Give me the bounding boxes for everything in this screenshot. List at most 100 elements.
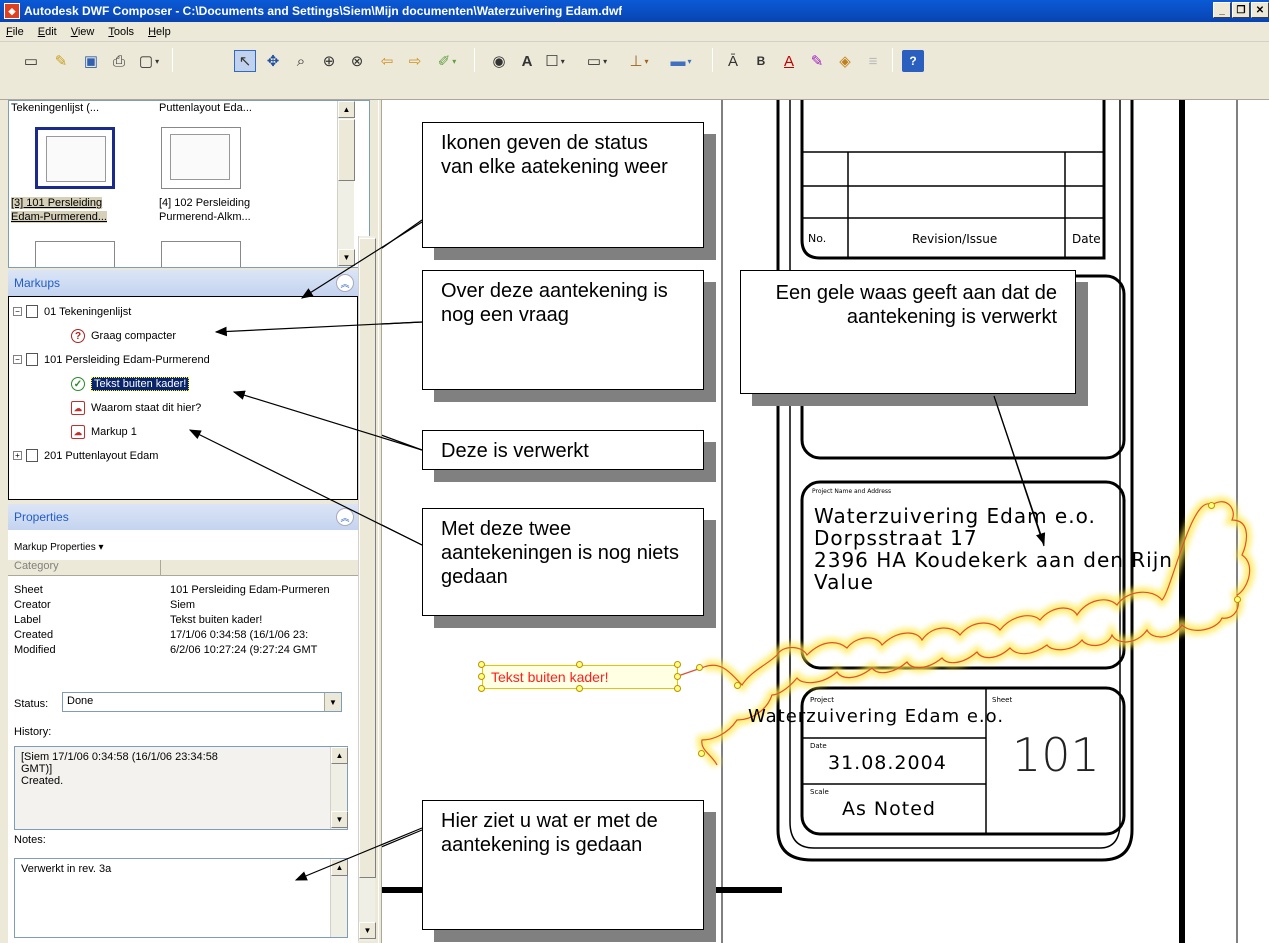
help-icon[interactable]: ? bbox=[902, 50, 924, 72]
callout-text: Deze is verwerkt bbox=[441, 440, 589, 462]
scroll-up-arrow[interactable]: ▲ bbox=[338, 101, 355, 118]
callout-text: Hier ziet u wat er met de aantekening is… bbox=[441, 810, 658, 856]
drawing-canvas[interactable]: No. Revision/Issue Date Project Name and… bbox=[382, 100, 1269, 943]
print-icon[interactable]: ⎙ bbox=[108, 50, 130, 72]
ruler-icon[interactable]: ▬ ▾ bbox=[670, 50, 692, 72]
font-icon[interactable]: Ā bbox=[722, 50, 744, 72]
zoom-icon[interactable]: ⊕ bbox=[318, 50, 340, 72]
date-value: 31.08.2004 bbox=[828, 752, 947, 774]
open-icon[interactable]: ✎ bbox=[50, 50, 72, 72]
scroll-down-arrow[interactable]: ▼ bbox=[331, 811, 348, 828]
menu-view[interactable]: View bbox=[71, 26, 95, 38]
menu-tools[interactable]: Tools bbox=[108, 26, 134, 38]
measure-icon[interactable]: ✐ ▾ bbox=[436, 50, 458, 72]
bold-icon[interactable]: B bbox=[750, 50, 772, 72]
restore-button[interactable]: ❐ bbox=[1232, 2, 1250, 18]
category-column-header[interactable]: Category bbox=[8, 560, 358, 576]
resize-handle[interactable] bbox=[1234, 596, 1241, 603]
notes-field[interactable]: Verwerkt in rev. 3a bbox=[14, 858, 348, 938]
properties-header[interactable]: Properties ︽ bbox=[8, 504, 358, 530]
tree-sheet-201[interactable]: + 201 Puttenlayout Edam bbox=[13, 449, 158, 462]
tree-sheet-101[interactable]: − 101 Persleiding Edam-Purmerend bbox=[13, 353, 210, 366]
markups-header[interactable]: Markups ︽ bbox=[8, 270, 358, 296]
window-controls: _ ❐ ✕ bbox=[1213, 2, 1269, 18]
scroll-up-arrow[interactable]: ▲ bbox=[331, 859, 348, 876]
font-color-icon[interactable]: A bbox=[778, 50, 800, 72]
new-icon[interactable]: ▭ bbox=[20, 50, 42, 72]
scroll-up-arrow[interactable]: ▲ bbox=[331, 747, 348, 764]
scroll-down-arrow[interactable]: ▼ bbox=[338, 249, 355, 266]
menu-help[interactable]: Help bbox=[148, 26, 171, 38]
prop-row-created: Created 17/1/06 0:34:58 (16/1/06 23: bbox=[14, 629, 358, 641]
prop-row-label: Label Tekst buiten kader! bbox=[14, 614, 358, 626]
history-scrollbar[interactable]: ▲ ▼ bbox=[330, 747, 348, 829]
callout-icon[interactable]: ☐ ▾ bbox=[544, 50, 566, 72]
scroll-down-arrow[interactable]: ▼ bbox=[359, 922, 376, 939]
resize-handle[interactable] bbox=[1208, 502, 1215, 509]
zoom-fit-icon[interactable]: ⊗ bbox=[346, 50, 368, 72]
collapse-icon[interactable]: ︽ bbox=[336, 508, 354, 526]
chevron-down-icon[interactable]: ▼ bbox=[324, 693, 341, 711]
date-caption: Date bbox=[810, 742, 827, 750]
thumbnail-next[interactable] bbox=[35, 241, 115, 267]
resize-handle[interactable] bbox=[696, 664, 703, 671]
page-setup-icon[interactable]: ▢ ▾ bbox=[138, 50, 160, 72]
minimize-button[interactable]: _ bbox=[1213, 2, 1231, 18]
line-color-icon[interactable]: ✎ bbox=[806, 50, 828, 72]
select-icon[interactable]: ↖ bbox=[234, 50, 256, 72]
sheet-caption: Sheet bbox=[992, 696, 1013, 704]
scroll-thumb[interactable] bbox=[359, 238, 376, 878]
markup-properties-dropdown[interactable]: Markup Properties ▾ bbox=[14, 542, 104, 553]
tree-markup-none[interactable]: ☁ Markup 1 bbox=[71, 425, 137, 439]
resize-handle[interactable] bbox=[674, 673, 681, 680]
stamp-icon[interactable]: ⊥ ▾ bbox=[628, 50, 650, 72]
thumbnail-scrollbar[interactable]: ▲ ▼ bbox=[337, 101, 355, 267]
resize-handle[interactable] bbox=[698, 750, 705, 757]
status-dropdown[interactable]: Done ▼ bbox=[62, 692, 342, 712]
category-label: Category bbox=[14, 560, 59, 572]
expand-toggle[interactable]: + bbox=[13, 451, 22, 460]
thumb-caption: Edam-Purmerend... bbox=[11, 211, 107, 223]
collapse-icon[interactable]: ︽ bbox=[336, 274, 354, 292]
menu-edit[interactable]: Edit bbox=[38, 26, 57, 38]
resize-handle[interactable] bbox=[674, 661, 681, 668]
thumbnail-101[interactable] bbox=[35, 127, 115, 189]
notes-scrollbar[interactable]: ▲ bbox=[330, 859, 348, 937]
save-icon[interactable]: ▣ bbox=[80, 50, 102, 72]
pan-icon[interactable]: ✥ bbox=[262, 50, 284, 72]
thumbnail-102[interactable] bbox=[161, 127, 241, 189]
collapse-toggle[interactable]: − bbox=[13, 307, 22, 316]
resize-handle[interactable] bbox=[674, 685, 681, 692]
thumbnail-next[interactable] bbox=[161, 241, 241, 267]
fill-color-icon[interactable]: ◈ bbox=[834, 50, 856, 72]
revision-no-label: No. bbox=[808, 232, 827, 245]
properties-title: Properties bbox=[14, 510, 69, 524]
forward-icon[interactable]: ⇨ bbox=[404, 50, 426, 72]
menu-file[interactable]: File bbox=[6, 26, 24, 38]
resize-handle[interactable] bbox=[734, 682, 741, 689]
tree-label: Waarom staat dit hier? bbox=[91, 402, 202, 414]
text-icon[interactable]: A bbox=[516, 50, 538, 72]
resize-handle[interactable] bbox=[478, 661, 485, 668]
resize-handle[interactable] bbox=[576, 685, 583, 692]
tree-markup-done[interactable]: ✓ Tekst buiten kader! bbox=[71, 377, 190, 391]
zoom-rect-icon[interactable]: ⌕ bbox=[290, 50, 312, 72]
camera-icon[interactable]: ◉ bbox=[488, 50, 510, 72]
resize-handle[interactable] bbox=[478, 685, 485, 692]
rectangle-icon[interactable]: ▭ ▾ bbox=[586, 50, 608, 72]
close-button[interactable]: ✕ bbox=[1251, 2, 1269, 18]
history-field[interactable]: [Siem 17/1/06 0:34:58 (16/1/06 23:34:58 … bbox=[14, 746, 348, 830]
tree-markup-none[interactable]: ☁ Waarom staat dit hier? bbox=[71, 401, 201, 415]
resize-handle[interactable] bbox=[478, 673, 485, 680]
callout-history: Hier ziet u wat er met de aantekening is… bbox=[422, 800, 704, 930]
tree-label: 101 Persleiding Edam-Purmerend bbox=[44, 353, 210, 366]
tree-label: Tekst buiten kader! bbox=[91, 377, 190, 391]
left-panel-scrollbar[interactable]: ▼ bbox=[358, 236, 376, 941]
collapse-toggle[interactable]: − bbox=[13, 355, 22, 364]
resize-handle[interactable] bbox=[576, 661, 583, 668]
tree-markup-question[interactable]: ? Graag compacter bbox=[71, 329, 176, 343]
line-weight-icon[interactable]: ≡ bbox=[862, 50, 884, 72]
scroll-thumb[interactable] bbox=[338, 119, 355, 181]
tree-sheet-01[interactable]: − 01 Tekeningenlijst bbox=[13, 305, 131, 318]
back-icon[interactable]: ⇦ bbox=[376, 50, 398, 72]
